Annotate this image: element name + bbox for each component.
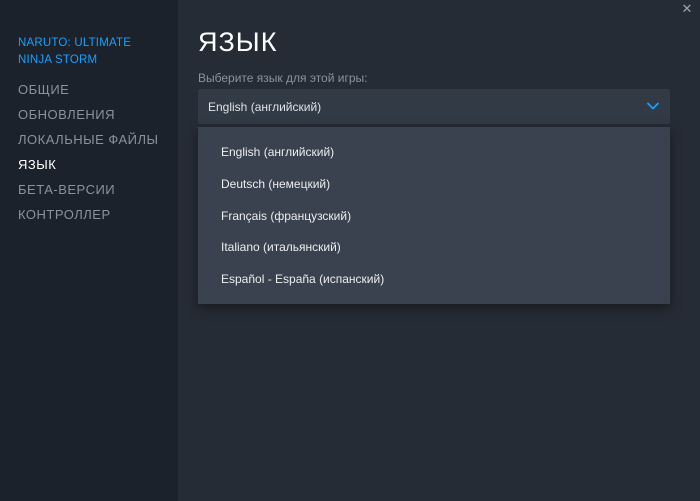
sidebar-item-updates[interactable]: ОБНОВЛЕНИЯ: [18, 102, 178, 127]
sidebar: NARUTO: ULTIMATE NINJA STORM ОБЩИЕ ОБНОВ…: [0, 0, 178, 501]
chevron-down-icon: [647, 102, 659, 110]
language-dropdown: English (английский) Deutsch (немецкий) …: [198, 127, 670, 304]
language-select-value: English (английский): [208, 99, 322, 114]
language-select[interactable]: English (английский): [198, 89, 670, 124]
sidebar-item-local-files[interactable]: ЛОКАЛЬНЫЕ ФАЙЛЫ: [18, 127, 178, 152]
language-option-german[interactable]: Deutsch (немецкий): [198, 172, 670, 204]
close-icon: ✕: [681, 1, 693, 16]
game-title: NARUTO: ULTIMATE NINJA STORM: [18, 37, 132, 66]
language-option-english[interactable]: English (английский): [198, 140, 670, 172]
language-option-spanish[interactable]: Español - España (испанский): [198, 267, 670, 299]
properties-window: NARUTO: ULTIMATE NINJA STORM ОБЩИЕ ОБНОВ…: [0, 0, 700, 501]
sidebar-item-controller[interactable]: КОНТРОЛЛЕР: [18, 202, 178, 227]
language-option-french[interactable]: Français (французский): [198, 204, 670, 236]
language-prompt: Выберите язык для этой игры:: [198, 71, 368, 85]
main-panel: ✕ ЯЗЫК Выберите язык для этой игры: Engl…: [178, 0, 700, 501]
sidebar-item-general[interactable]: ОБЩИЕ: [18, 77, 178, 102]
language-option-italian[interactable]: Italiano (итальянский): [198, 235, 670, 267]
sidebar-item-betas[interactable]: БЕТА-ВЕРСИИ: [18, 177, 178, 202]
page-title: ЯЗЫК: [198, 27, 278, 57]
sidebar-item-language[interactable]: ЯЗЫК: [18, 152, 178, 177]
close-button[interactable]: ✕: [680, 2, 694, 16]
